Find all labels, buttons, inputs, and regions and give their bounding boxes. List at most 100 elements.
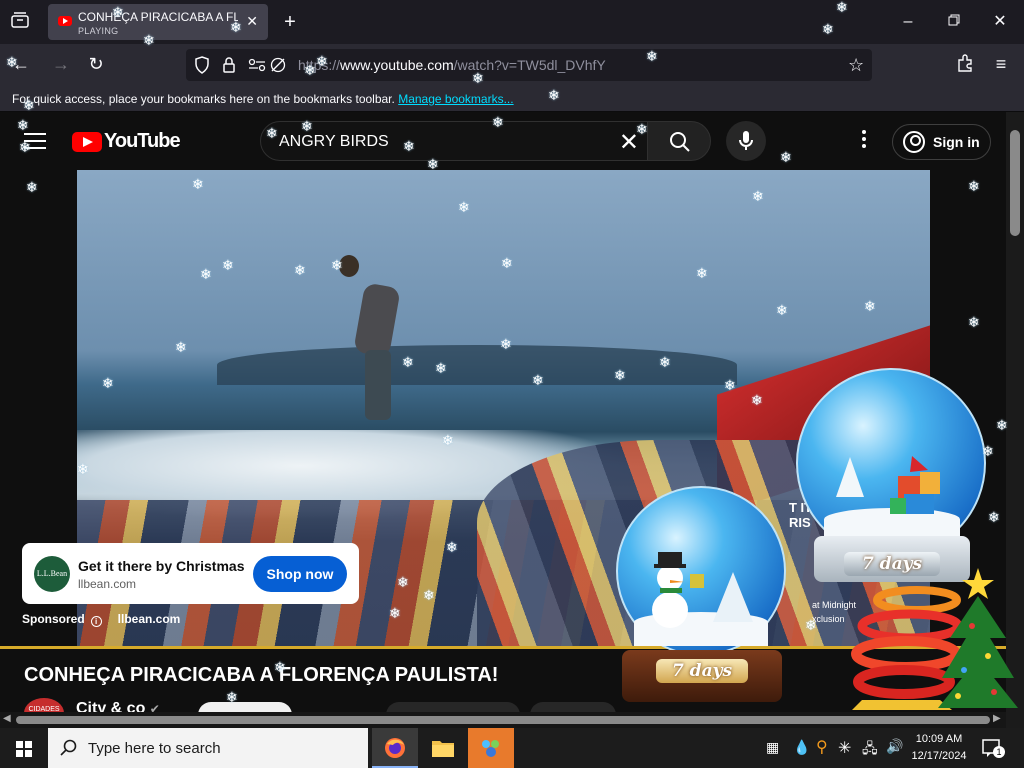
- app-menu-icon[interactable]: ≡: [990, 54, 1012, 74]
- microphone-icon: [739, 131, 753, 150]
- snowflake-icon: ❄: [501, 255, 513, 271]
- tracking-shield-icon[interactable]: [194, 56, 210, 79]
- info-icon[interactable]: i: [90, 616, 102, 627]
- horizontal-scrollbar[interactable]: ◀ ▶: [0, 712, 1006, 728]
- voice-search-button[interactable]: [726, 121, 766, 161]
- vertical-scroll-thumb[interactable]: [1010, 130, 1020, 236]
- sponsored-domain-link[interactable]: llbean.com: [118, 612, 181, 626]
- snowflake-icon: ❄: [389, 605, 401, 621]
- youtube-favicon-icon: [58, 16, 72, 26]
- snowflake-icon: ❄: [403, 138, 415, 154]
- snowflake-icon: ❄: [968, 314, 980, 330]
- horizontal-scroll-thumb[interactable]: [16, 716, 990, 724]
- snowflake-icon: ❄: [442, 432, 454, 448]
- pine-tree-icon: [713, 572, 753, 622]
- reload-icon[interactable]: ↻: [85, 54, 107, 74]
- clock-date: 12/17/2024: [911, 750, 967, 762]
- clock-time: 10:09 AM: [915, 733, 963, 745]
- snowflake-icon: ❄: [304, 62, 316, 78]
- start-button[interactable]: [0, 728, 48, 768]
- countdown-plate-2: 7 days: [844, 552, 940, 576]
- snowflake-icon: ❄: [458, 199, 470, 215]
- autoplay-blocked-icon[interactable]: [270, 57, 286, 78]
- video-frame-surfer: [337, 255, 417, 435]
- tray-snowflake-icon[interactable]: ✳: [838, 738, 851, 758]
- sign-in-label: Sign in: [933, 134, 980, 150]
- snowflake-icon: ❄: [646, 48, 658, 64]
- snowflake-icon: ❄: [316, 53, 328, 69]
- snowflake-icon: ❄: [23, 97, 35, 113]
- snowflake-icon: ❄: [266, 125, 278, 141]
- snowflake-icon: ❄: [175, 339, 187, 355]
- settings-kebab-icon[interactable]: [860, 130, 868, 152]
- christmas-tree-icon: [938, 568, 1018, 708]
- christmas-gifts-icon: [836, 456, 940, 514]
- tray-app-icon[interactable]: ▦: [766, 739, 779, 756]
- new-tab-button[interactable]: +: [280, 12, 300, 32]
- snowflake-icon: ❄: [427, 156, 439, 172]
- snowflake-icon: ❄: [968, 178, 980, 194]
- restore-window-button[interactable]: [944, 12, 964, 32]
- system-clock[interactable]: 10:09 AM 12/17/2024: [904, 731, 974, 765]
- lock-icon[interactable]: [222, 56, 236, 79]
- minimize-window-button[interactable]: –: [898, 12, 918, 32]
- snowflake-icon: ❄: [294, 262, 306, 278]
- bookmarks-message: For quick access, place your bookmarks h…: [12, 92, 514, 106]
- scroll-left-arrow-icon[interactable]: ◀: [3, 713, 11, 724]
- snowflake-icon: ❄: [780, 149, 792, 165]
- snowflake-icon: ❄: [423, 587, 435, 603]
- sign-in-button[interactable]: Sign in: [892, 124, 991, 160]
- snowflake-icon: ❄: [988, 509, 1000, 525]
- snowflake-icon: ❄: [532, 372, 544, 388]
- snowflake-icon: ❄: [402, 354, 414, 370]
- extensions-icon[interactable]: [954, 54, 976, 78]
- tray-search-icon[interactable]: ⚲: [816, 737, 828, 757]
- snowflake-icon: ❄: [659, 354, 671, 370]
- snowflake-icon: ❄: [19, 139, 31, 155]
- taskbar-search-box[interactable]: Type here to search: [48, 728, 368, 768]
- windows-taskbar: Type here to search ▦ 💧 ⚲ ✳ 🖧 🔊 10:09 AM…: [0, 728, 1024, 768]
- notification-center-button[interactable]: 1: [982, 738, 1005, 758]
- list-all-tabs-icon[interactable]: [10, 12, 30, 34]
- tray-droplet-icon[interactable]: 💧: [793, 739, 810, 756]
- snowflake-icon: ❄: [230, 19, 242, 35]
- permissions-icon[interactable]: [248, 58, 266, 77]
- search-icon: [60, 739, 77, 756]
- sponsored-row: Sponsored i llbean.com: [22, 612, 180, 627]
- snowflake-icon: ❄: [492, 114, 504, 130]
- video-title: CONHEÇA PIRACICABA A FLORENÇA PAULISTA!: [24, 664, 499, 686]
- file-explorer-taskbar-icon[interactable]: [420, 728, 466, 768]
- forward-arrow-icon[interactable]: →: [50, 54, 72, 74]
- llbean-logo: L.L.Bean: [34, 556, 70, 592]
- address-bar[interactable]: https://www.youtube.com/watch?v=TW5dl_DV…: [186, 49, 872, 81]
- search-input[interactable]: ANGRY BIRDS ✕: [260, 121, 648, 161]
- close-window-button[interactable]: ✕: [990, 12, 1010, 32]
- url-text[interactable]: https://www.youtube.com/watch?v=TW5dl_DV…: [298, 57, 606, 73]
- search-value: ANGRY BIRDS: [279, 133, 389, 150]
- search-button[interactable]: [647, 121, 711, 161]
- shop-now-button[interactable]: Shop now: [253, 556, 347, 592]
- firefox-taskbar-icon[interactable]: [372, 728, 418, 768]
- snowflake-icon: ❄: [226, 689, 238, 705]
- close-tab-icon[interactable]: ✕: [246, 13, 258, 30]
- browser-nav-bar: ← → ↻ https://www.youtube.com/watch?v=TW…: [0, 44, 1024, 86]
- snowflake-icon: ❄: [472, 70, 484, 86]
- snowflake-icon: ❄: [200, 266, 212, 282]
- bookmark-star-icon[interactable]: ☆: [848, 55, 864, 76]
- ad-card[interactable]: L.L.Bean Get it there by Christmas llbea…: [22, 543, 359, 604]
- desktop-app-taskbar-icon[interactable]: [468, 728, 514, 768]
- volume-icon[interactable]: 🔊: [886, 738, 903, 755]
- snowflake-icon: ❄: [752, 188, 764, 204]
- manage-bookmarks-link[interactable]: Manage bookmarks...: [398, 92, 513, 106]
- snowflake-icon: ❄: [143, 32, 155, 48]
- snowflake-icon: ❄: [17, 117, 29, 133]
- snowflake-icon: ❄: [636, 121, 648, 137]
- youtube-wordmark: YouTube: [104, 130, 181, 152]
- network-icon[interactable]: 🖧: [862, 738, 878, 762]
- snowflake-icon: ❄: [192, 176, 204, 192]
- snowflake-icon: ❄: [301, 118, 313, 134]
- snowman-snow-globe: 7 days: [612, 486, 822, 708]
- taskbar-search-placeholder: Type here to search: [88, 740, 221, 757]
- ad-headline: Get it there by Christmas: [78, 558, 245, 574]
- snowflake-icon: ❄: [435, 360, 447, 376]
